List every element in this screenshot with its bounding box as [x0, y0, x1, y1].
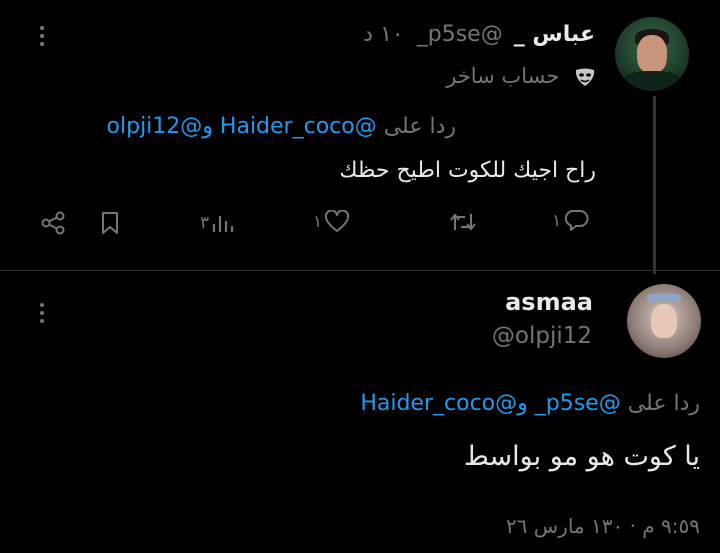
retweet-button[interactable]: [449, 210, 479, 234]
mention-link[interactable]: @Haider_coco: [360, 391, 517, 416]
like-count: ١: [313, 212, 323, 232]
reply-count: ١: [552, 211, 562, 231]
mention-link[interactable]: @olpji12: [107, 114, 203, 139]
heart-icon: [325, 210, 350, 232]
reply-icon: [565, 210, 589, 231]
more-icon[interactable]: [38, 26, 46, 46]
avatar[interactable]: [615, 17, 689, 91]
author-handle[interactable]: @olpji12: [492, 323, 592, 349]
author-handle[interactable]: @p5se_: [417, 22, 503, 47]
mask-icon: [574, 67, 596, 87]
reply-prefix: ردا على: [627, 391, 700, 416]
views-icon: [213, 216, 234, 232]
author-name[interactable]: عباس _: [514, 22, 595, 47]
tweet-text: راح اجيك للكوت اطيح حظك: [339, 158, 596, 183]
more-icon[interactable]: [38, 303, 46, 323]
like-button[interactable]: ١: [313, 210, 350, 234]
reply-context: ردا على @Haider_coco و@olpji12: [107, 114, 456, 139]
mention-and: و: [202, 114, 213, 139]
tweet-header: عباس _ @p5se_ ١٠ د: [363, 22, 595, 47]
mention-link[interactable]: @Haider_coco: [220, 114, 377, 139]
views-count: ٣: [200, 213, 210, 233]
share-button[interactable]: [40, 211, 66, 235]
author-name[interactable]: asmaa: [505, 288, 593, 316]
parody-badge-label: حساب ساخر: [446, 64, 560, 88]
mention-link[interactable]: @p5se_: [535, 391, 621, 416]
thread-line: [653, 96, 656, 274]
share-icon: [41, 211, 65, 235]
avatar[interactable]: [627, 284, 701, 358]
post-time[interactable]: ١٠ د: [363, 22, 403, 47]
bookmark-button[interactable]: [99, 211, 121, 235]
retweet-icon: [450, 213, 476, 231]
bookmark-icon: [102, 212, 118, 234]
badge-row: حساب ساخر: [446, 64, 596, 88]
mention-and: و: [517, 391, 528, 416]
tweet-timestamp[interactable]: ٩:٥٩ م · ١٣٠ مارس ٢٦: [506, 514, 700, 538]
views-button[interactable]: ٣: [200, 212, 235, 234]
reply-prefix: ردا على: [383, 114, 456, 139]
tweet-text: يا كوت هو مو بواسط: [463, 441, 700, 472]
author-handle-text: @olpji12: [491, 323, 592, 349]
reply-button[interactable]: ١: [552, 209, 589, 233]
tweet-divider: [0, 270, 720, 271]
reply-context: ردا على @p5se_ و@Haider_coco: [360, 391, 700, 416]
